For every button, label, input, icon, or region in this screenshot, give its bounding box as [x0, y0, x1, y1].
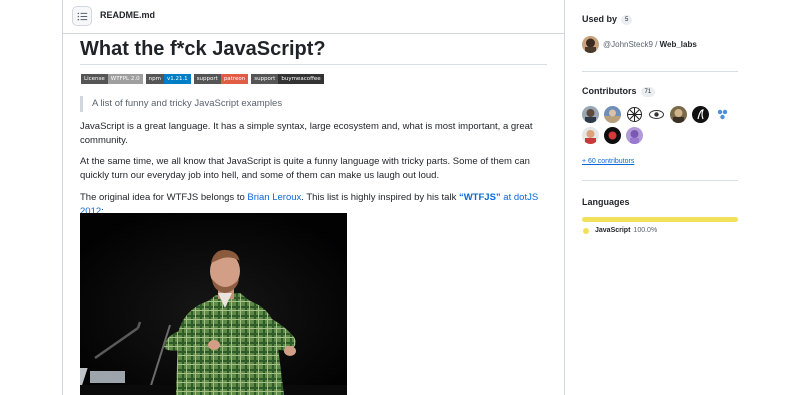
avatar[interactable]	[582, 106, 599, 123]
badge-value: buymeacoffee	[278, 74, 324, 84]
used-by-label: Used by	[582, 14, 618, 24]
readme-file-label[interactable]: README.md	[100, 10, 155, 20]
origin-text-start: The original idea for WTFJS belongs to	[80, 192, 248, 203]
language-percent: 100.0%	[633, 227, 658, 234]
badge-label: support	[251, 74, 279, 84]
contributors-count: 71	[640, 87, 656, 97]
avatar[interactable]	[604, 127, 621, 144]
badge-label: License	[81, 74, 108, 84]
avatar[interactable]	[648, 106, 665, 123]
used-by-user: @JohnSteck9	[603, 39, 653, 49]
language-bar	[582, 217, 738, 222]
npm-badge[interactable]: npm v1.21.1	[145, 74, 191, 84]
avatar[interactable]	[692, 106, 709, 123]
avatar[interactable]	[626, 127, 643, 144]
avatar[interactable]	[670, 106, 687, 123]
avatar[interactable]	[604, 106, 621, 123]
speaker-image	[80, 213, 347, 395]
sidebar-divider	[582, 180, 738, 181]
used-by-count: 5	[621, 15, 633, 25]
blockquote: A list of funny and tricky JavaScript ex…	[80, 96, 282, 112]
more-contributors-link[interactable]: + 60 contributors	[582, 158, 634, 165]
used-by-repo: Web_labs	[659, 39, 697, 49]
intro-paragraph: JavaScript is a great language. It has a…	[80, 121, 533, 146]
used-by-separator: /	[652, 39, 660, 49]
language-item[interactable]: JavaScript 100.0%	[583, 227, 657, 234]
badge-label: npm	[145, 74, 164, 84]
used-by-entry[interactable]: @JohnSteck9 / Web_labs	[582, 35, 697, 53]
language-color-dot	[583, 227, 589, 234]
buymeacoffee-badge[interactable]: support buymeacoffee	[251, 74, 324, 84]
brian-leroux-link[interactable]: Brian Leroux	[247, 192, 301, 203]
avatar[interactable]	[582, 127, 599, 144]
used-by-text: @JohnSteck9 / Web_labs	[603, 40, 697, 49]
contributors-label: Contributors	[582, 86, 637, 96]
languages-heading: Languages	[582, 197, 630, 207]
sidebar-divider	[582, 71, 738, 72]
readme-header: README.md	[63, 0, 564, 34]
repo-sidebar: Used by 5 @JohnSteck9 / Web_labs Contribu…	[582, 0, 800, 395]
language-name: JavaScript	[595, 227, 631, 234]
title-divider	[80, 64, 547, 65]
avatar[interactable]	[714, 106, 731, 123]
wtfjs-talk-link[interactable]: “WTFJS”	[459, 192, 501, 203]
avatar	[582, 35, 599, 53]
badge-value: v1.21.1	[163, 74, 191, 84]
contributors-grid	[582, 106, 742, 144]
used-by-heading[interactable]: Used by 5	[582, 14, 633, 25]
badge-value: patreon	[220, 74, 249, 84]
toc-button[interactable]	[72, 6, 92, 26]
license-badge[interactable]: License WTFPL 2.0	[81, 74, 143, 84]
second-paragraph: At the same time, we all know that JavaS…	[80, 156, 530, 181]
badge-label: support	[193, 74, 221, 84]
origin-text-middle: . This list is highly inspired by his ta…	[301, 192, 459, 203]
patreon-badge[interactable]: support patreon	[193, 74, 249, 84]
list-unordered-icon	[77, 12, 88, 21]
blockquote-text: A list of funny and tricky JavaScript ex…	[92, 98, 283, 109]
avatar[interactable]	[626, 106, 643, 123]
page-title: What the f*ck JavaScript?	[80, 38, 326, 60]
contributors-heading[interactable]: Contributors 71	[582, 86, 656, 97]
badge-value: WTFPL 2.0	[107, 74, 143, 84]
talk-video-thumbnail[interactable]	[80, 213, 347, 395]
badge-row: License WTFPL 2.0 npm v1.21.1 support pa…	[81, 74, 324, 84]
